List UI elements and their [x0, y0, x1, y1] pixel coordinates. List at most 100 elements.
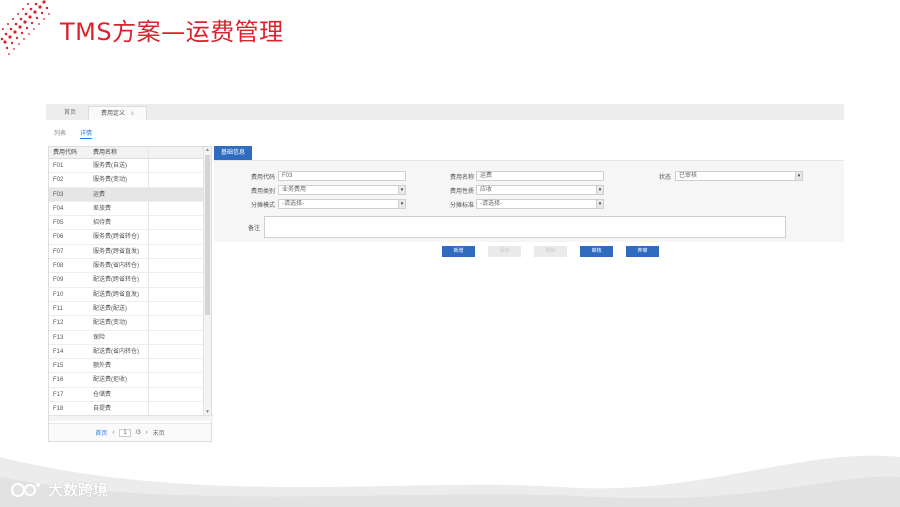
- prev-page-icon[interactable]: ‹: [112, 430, 114, 436]
- scroll-up-icon[interactable]: ▲: [205, 147, 210, 153]
- tab-fee-definition[interactable]: 费用定义 x: [88, 106, 148, 120]
- table-row[interactable]: F01 服务费(自送): [49, 159, 205, 174]
- allocation-mode-label: 分摊模式: [250, 203, 275, 209]
- fee-name-label: 费用名称: [449, 175, 474, 181]
- fee-name-cell: 运费: [89, 187, 149, 201]
- fee-code-cell: F18: [53, 406, 64, 413]
- column-header-code[interactable]: 费用代码: [49, 147, 89, 158]
- fee-nature-value: 应收: [480, 187, 493, 193]
- unapprove-button[interactable]: 弃审: [626, 246, 659, 257]
- table-row[interactable]: F04 差旅费: [49, 201, 205, 217]
- next-page-icon[interactable]: ›: [146, 430, 148, 436]
- fee-name-field[interactable]: 运费: [476, 171, 604, 181]
- tab-home[interactable]: 首页: [52, 106, 88, 120]
- vertical-scrollbar[interactable]: ▲ ▼: [203, 147, 211, 415]
- table-row[interactable]: F02 服务费(变动): [49, 173, 205, 188]
- table-row[interactable]: F12 配送费(变动): [49, 316, 205, 331]
- fee-code-cell: F10: [53, 291, 64, 298]
- fee-name-cell: 服务费(省内转仓): [89, 259, 149, 273]
- fee-name-cell: 服务费(跨省直发): [89, 244, 149, 259]
- table-row[interactable]: F09 配送费(跨省转仓): [49, 273, 205, 288]
- fee-name-cell: 招待费: [89, 216, 149, 230]
- table-row[interactable]: F15 额外费: [49, 359, 205, 374]
- fee-code-cell: F08: [53, 263, 64, 270]
- close-icon[interactable]: x: [131, 107, 134, 120]
- table-row[interactable]: F11 配送费(配送): [49, 301, 205, 317]
- action-buttons: 新增 保存 删除 审核 弃审: [442, 246, 659, 257]
- delete-button[interactable]: 删除: [534, 246, 567, 257]
- app-window: 首页 费用定义 x 列表 详情 费用代码 费用名称 F01 服务费(自送) F02 服…: [46, 104, 844, 444]
- fee-category-label: 费用类别: [250, 189, 275, 195]
- horizontal-scrollbar[interactable]: [49, 415, 213, 421]
- fee-name-cell: 额外费: [89, 359, 149, 373]
- fee-nature-select[interactable]: 应收 ▾: [476, 185, 604, 195]
- fee-code-cell: F11: [53, 305, 63, 312]
- fee-code-cell: F09: [53, 277, 64, 284]
- fee-code-field[interactable]: F03: [278, 171, 406, 181]
- status-select[interactable]: 已审核 ▾: [675, 171, 803, 181]
- fee-name-cell: 配送费(省内转仓): [89, 344, 149, 359]
- view-tabs: 列表 详情: [54, 128, 93, 139]
- fee-name-cell: 配送费(变动): [89, 316, 149, 330]
- slide-title: TMS方案—运费管理: [60, 18, 284, 46]
- last-page-link[interactable]: 末页: [153, 428, 165, 437]
- tab-detail[interactable]: 详情: [80, 128, 93, 139]
- fee-code-cell: F13: [53, 334, 64, 341]
- fee-code-cell: F01: [53, 163, 64, 169]
- table-row[interactable]: F06 服务费(跨省转仓): [49, 230, 205, 245]
- add-button[interactable]: 新增: [442, 246, 475, 257]
- table-row[interactable]: F05 招待费: [49, 216, 205, 231]
- chevron-down-icon[interactable]: ▾: [398, 186, 405, 194]
- fee-list-panel: 费用代码 费用名称 F01 服务费(自送) F02 服务费(变动) F03 运费 F04 差旅…: [48, 146, 213, 442]
- fee-code-cell: F07: [53, 248, 64, 255]
- allocation-standard-select[interactable]: -请选择- ▾: [476, 199, 604, 209]
- pagination: 首页 ‹ 1 /3 › 末页: [49, 423, 211, 441]
- tab-label: 首页: [64, 110, 77, 116]
- table-row[interactable]: F03 运费: [49, 187, 205, 202]
- allocation-mode-value: -请选择-: [282, 201, 304, 207]
- fee-code-cell: F04: [53, 205, 64, 212]
- fee-code-cell: F05: [53, 220, 64, 227]
- table-row[interactable]: F13 保险: [49, 330, 205, 345]
- fee-name-cell: 服务费(跨省转仓): [89, 230, 149, 244]
- fee-name-cell: 保险: [89, 330, 149, 344]
- status-value: 已审核: [679, 173, 698, 179]
- fee-list-header: 费用代码 费用名称: [49, 147, 211, 159]
- table-row[interactable]: F16 配送费(拒收): [49, 373, 205, 388]
- column-header-name[interactable]: 费用名称: [89, 147, 149, 158]
- brand-logo-text: 大数跨境: [48, 481, 109, 499]
- remark-textarea[interactable]: [264, 216, 786, 238]
- fee-name-cell: 自提费: [89, 402, 149, 416]
- fee-name-cell: 配送费(跨省转仓): [89, 273, 149, 287]
- table-row[interactable]: F07 服务费(跨省直发): [49, 244, 205, 260]
- approve-button[interactable]: 审核: [580, 246, 613, 257]
- fee-code-cell: F12: [53, 320, 64, 327]
- section-basic-info[interactable]: 基础信息: [214, 146, 252, 160]
- table-row[interactable]: F17 仓储费: [49, 387, 205, 403]
- chevron-down-icon[interactable]: ▾: [596, 186, 603, 194]
- fee-list-rows: F01 服务费(自送) F02 服务费(变动) F03 运费 F04 差旅费 F05 招待费 F06…: [49, 159, 205, 417]
- fee-code-cell: F06: [53, 234, 64, 241]
- page-number-input[interactable]: 1: [119, 428, 131, 437]
- allocation-standard-value: -请选择-: [480, 201, 502, 207]
- fee-name-cell: 服务费(变动): [89, 173, 149, 187]
- save-button[interactable]: 保存: [488, 246, 521, 257]
- allocation-mode-select[interactable]: -请选择- ▾: [278, 199, 406, 209]
- chevron-down-icon[interactable]: ▾: [398, 200, 405, 208]
- fee-name-cell: 配送费(拒收): [89, 373, 149, 387]
- chevron-down-icon[interactable]: ▾: [795, 172, 802, 180]
- table-row[interactable]: F08 服务费(省内转仓): [49, 259, 205, 274]
- tab-list[interactable]: 列表: [54, 128, 66, 139]
- total-pages: /3: [135, 429, 141, 436]
- decorative-dots: [0, 0, 50, 55]
- chevron-down-icon[interactable]: ▾: [596, 200, 603, 208]
- scrollbar-thumb[interactable]: [205, 155, 210, 315]
- fee-name-cell: 配送费(跨省直发): [89, 287, 149, 301]
- fee-category-select[interactable]: 业务费用 ▾: [278, 185, 406, 195]
- fee-category-value: 业务费用: [282, 187, 307, 193]
- first-page-link[interactable]: 首页: [95, 428, 107, 437]
- table-row[interactable]: F10 配送费(跨省直发): [49, 287, 205, 302]
- fee-code-cell: F16: [53, 377, 64, 384]
- table-row[interactable]: F14 配送费(省内转仓): [49, 344, 205, 360]
- fee-code-cell: F15: [53, 363, 64, 370]
